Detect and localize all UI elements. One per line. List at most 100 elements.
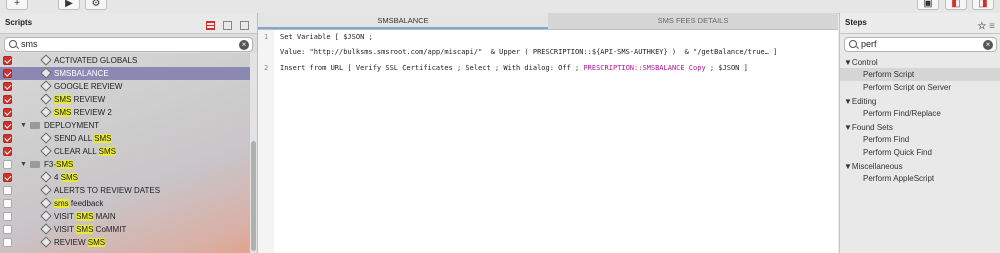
script-name: SMS REVIEW: [54, 95, 106, 104]
step-category[interactable]: ▼Control: [844, 58, 878, 67]
script-name: CLEAR ALL SMS: [54, 147, 116, 156]
search-match-highlight: SMS: [60, 173, 79, 182]
script-icon: [40, 80, 52, 92]
line-number: 1: [264, 33, 269, 41]
script-checkbox[interactable]: [3, 225, 12, 234]
script-step-item[interactable]: Perform Quick Find: [863, 146, 932, 159]
script-name: sms feedback: [54, 199, 104, 208]
script-icon: [40, 171, 52, 183]
clear-search-icon[interactable]: ×: [239, 40, 249, 50]
step-text-end: ; $JSON ]: [705, 64, 748, 72]
script-step-item[interactable]: Perform Script on Server: [863, 81, 951, 94]
script-checkbox[interactable]: [3, 108, 12, 117]
script-icon: [40, 67, 52, 79]
script-name: ALERTS TO REVIEW DATES: [54, 186, 161, 195]
search-icon: [9, 40, 17, 48]
scripts-search-input[interactable]: sms ×: [4, 37, 253, 52]
tab-sms-fees-details[interactable]: SMS FEES DETAILS: [548, 13, 838, 29]
script-row[interactable]: 4 SMS: [0, 171, 250, 184]
script-row[interactable]: SMS REVIEW: [0, 93, 250, 106]
script-name: REVIEW SMS: [54, 238, 106, 247]
script-icon: [40, 184, 52, 196]
script-checkbox[interactable]: [3, 134, 12, 143]
script-name: SMSBALANCE: [54, 69, 109, 78]
script-step-item[interactable]: Perform Script: [840, 68, 1000, 81]
line-number: 2: [264, 64, 269, 72]
search-match-highlight: SMS: [87, 238, 106, 247]
script-row[interactable]: REVIEW SMS: [0, 236, 250, 249]
script-checkbox[interactable]: [3, 160, 12, 169]
show-left-panel-button[interactable]: ◧: [945, 0, 967, 10]
panel-toggle-button[interactable]: ▣: [917, 0, 939, 10]
script-editor[interactable]: 1 Set Variable [ $JSON ; Value: "http://…: [258, 30, 838, 253]
steps-panel-title: Steps: [845, 18, 867, 27]
script-row[interactable]: SEND ALL SMS: [0, 132, 250, 145]
script-row[interactable]: sms feedback: [0, 197, 250, 210]
steps-search-input[interactable]: perf ×: [844, 37, 997, 52]
script-step-line[interactable]: Value: "http://bulksms.smsroot.com/app/m…: [280, 48, 777, 56]
add-script-button[interactable]: +: [6, 0, 28, 10]
script-row[interactable]: VISIT SMS CoMMIT: [0, 223, 250, 236]
script-row[interactable]: ACTIVATED GLOBALS: [0, 54, 250, 67]
folder-icon: [30, 161, 40, 168]
script-name: F3-SMS: [44, 160, 74, 169]
script-step-item[interactable]: Perform AppleScript: [863, 172, 934, 185]
script-name: VISIT SMS MAIN: [54, 212, 116, 221]
new-folder-icon[interactable]: [222, 21, 232, 30]
scripts-search-value[interactable]: sms: [21, 39, 38, 49]
script-step-item[interactable]: Perform Find: [863, 133, 909, 146]
search-match-highlight: SMS: [76, 225, 94, 234]
script-checkbox[interactable]: [3, 212, 12, 221]
script-tabs: SMSBALANCE SMS FEES DETAILS: [258, 13, 838, 30]
favorite-star-icon[interactable]: ☆: [977, 21, 986, 32]
tab-smsbalance[interactable]: SMSBALANCE: [258, 13, 548, 29]
list-view-icon[interactable]: [240, 21, 249, 30]
scripts-panel-title: Scripts: [5, 18, 33, 27]
script-checkbox[interactable]: [3, 121, 12, 130]
search-icon: [849, 40, 857, 48]
script-row[interactable]: CLEAR ALL SMS: [0, 145, 250, 158]
disclosure-triangle-icon[interactable]: ▼: [20, 119, 27, 132]
list-view-icon[interactable]: ≡: [989, 21, 995, 32]
script-step-line[interactable]: Insert from URL [ Verify SSL Certificate…: [280, 64, 748, 72]
scrollbar-thumb[interactable]: [251, 141, 256, 251]
script-name: ACTIVATED GLOBALS: [54, 56, 138, 65]
step-text: Insert from URL [ Verify SSL Certificate…: [280, 64, 584, 72]
script-icon: [40, 132, 52, 144]
script-checkbox[interactable]: [3, 69, 12, 78]
script-checkbox[interactable]: [3, 199, 12, 208]
script-checkbox[interactable]: [3, 186, 12, 195]
script-list-scrollbar[interactable]: [250, 53, 257, 253]
script-row[interactable]: ALERTS TO REVIEW DATES: [0, 184, 250, 197]
script-folder-row[interactable]: ▼ F3-SMS: [0, 158, 250, 171]
script-checkbox[interactable]: [3, 147, 12, 156]
scripts-panel-header: Scripts: [0, 13, 257, 34]
script-name: SMS REVIEW 2: [54, 108, 112, 117]
script-name: DEPLOYMENT: [44, 121, 100, 130]
script-row[interactable]: SMS REVIEW 2: [0, 106, 250, 119]
script-checkbox[interactable]: [3, 95, 12, 104]
step-category[interactable]: ▼Miscellaneous: [844, 162, 903, 171]
script-step-line[interactable]: Set Variable [ $JSON ;: [280, 33, 373, 41]
folder-icon: [30, 122, 40, 129]
steps-search-value[interactable]: perf: [861, 39, 877, 49]
steps-panel-header: Steps ☆ ≡: [840, 13, 1000, 34]
run-script-button[interactable]: ▶: [58, 0, 80, 10]
script-list: ACTIVATED GLOBALS SMSBALANCE GOOGLE REVIEW…: [0, 53, 250, 253]
script-row[interactable]: SMSBALANCE: [0, 67, 250, 80]
script-folder-row[interactable]: ▼ DEPLOYMENT: [0, 119, 250, 132]
step-category[interactable]: ▼Editing: [844, 97, 876, 106]
debug-settings-button[interactable]: ⚙: [85, 0, 107, 10]
clear-search-icon[interactable]: ×: [983, 40, 993, 50]
list-filter-icon[interactable]: [205, 21, 215, 30]
script-checkbox[interactable]: [3, 82, 12, 91]
script-checkbox[interactable]: [3, 238, 12, 247]
script-checkbox[interactable]: [3, 56, 12, 65]
step-category[interactable]: ▼Found Sets: [844, 123, 893, 132]
show-right-panel-button[interactable]: ◨: [972, 0, 994, 10]
script-step-item[interactable]: Perform Find/Replace: [863, 107, 941, 120]
script-checkbox[interactable]: [3, 173, 12, 182]
script-row[interactable]: VISIT SMS MAIN: [0, 210, 250, 223]
disclosure-triangle-icon[interactable]: ▼: [20, 158, 27, 171]
script-row[interactable]: GOOGLE REVIEW: [0, 80, 250, 93]
